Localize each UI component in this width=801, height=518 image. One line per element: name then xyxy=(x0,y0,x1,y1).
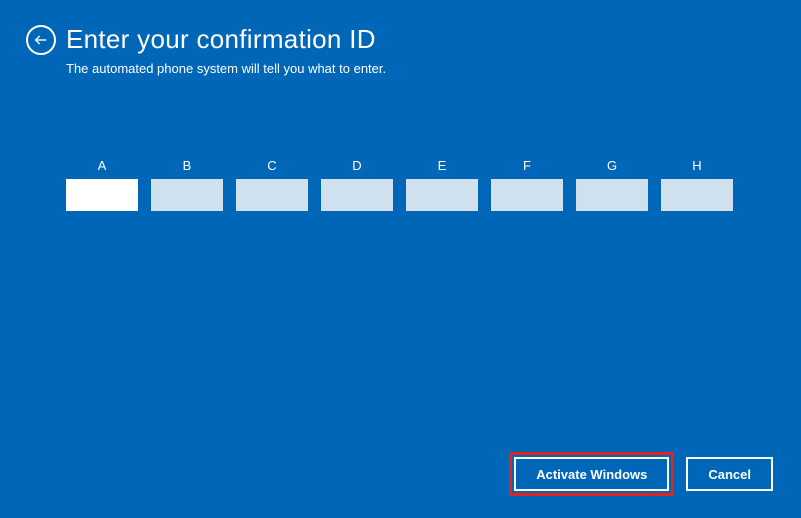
segment-input-a[interactable] xyxy=(66,179,138,211)
segment-label-e: E xyxy=(406,158,478,173)
segment-label-g: G xyxy=(576,158,648,173)
segment-input-c[interactable] xyxy=(236,179,308,211)
page-subtitle: The automated phone system will tell you… xyxy=(0,61,801,76)
segment-label-a: A xyxy=(66,158,138,173)
activate-windows-button[interactable]: Activate Windows xyxy=(514,457,669,491)
segment-input-f[interactable] xyxy=(491,179,563,211)
segment-label-d: D xyxy=(321,158,393,173)
segment-input-e[interactable] xyxy=(406,179,478,211)
back-arrow-icon xyxy=(33,32,49,48)
segment-input-g[interactable] xyxy=(576,179,648,211)
segment-label-f: F xyxy=(491,158,563,173)
segment-input-h[interactable] xyxy=(661,179,733,211)
activate-highlight: Activate Windows xyxy=(509,452,674,496)
page-title: Enter your confirmation ID xyxy=(66,24,376,55)
segment-label-c: C xyxy=(236,158,308,173)
cancel-button[interactable]: Cancel xyxy=(686,457,773,491)
segment-label-b: B xyxy=(151,158,223,173)
segment-label-h: H xyxy=(661,158,733,173)
back-button[interactable] xyxy=(26,25,56,55)
segment-input-b[interactable] xyxy=(151,179,223,211)
segment-input-d[interactable] xyxy=(321,179,393,211)
